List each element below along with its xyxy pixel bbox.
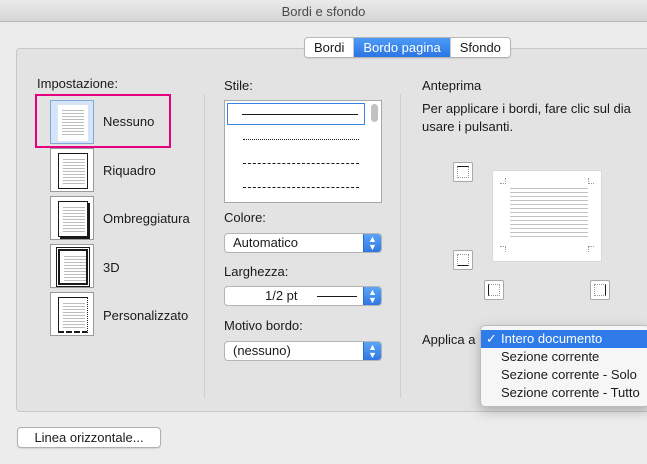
tab-bordi[interactable]: Bordi (305, 38, 355, 57)
preview-instructions-1: Per applicare i bordi, fare clic sul dia (422, 101, 631, 116)
option-custom-label: Personalizzato (103, 308, 189, 323)
style-option-solid[interactable] (227, 103, 365, 125)
horizontal-line-button[interactable]: Linea orizzontale... (17, 427, 161, 448)
style-option-dashed[interactable] (229, 153, 365, 175)
option-box-label: Riquadro (103, 163, 156, 178)
preview-text-lines (510, 188, 588, 240)
setting-label: Impostazione: (37, 76, 118, 91)
option-custom-button[interactable] (50, 292, 94, 336)
page-3d-border-icon (56, 247, 90, 287)
width-line-sample (317, 296, 357, 297)
style-option-dotted[interactable] (229, 129, 365, 151)
selection-highlight (35, 94, 171, 148)
menu-item-sezione-corrente-solo[interactable]: Sezione corrente - Solo (481, 366, 647, 384)
width-value: 1/2 pt (265, 288, 298, 303)
preview-corner-mark (500, 246, 506, 252)
preview-corner-mark (588, 178, 594, 184)
apply-to-label: Applica a (422, 332, 476, 347)
width-label: Larghezza: (224, 264, 289, 279)
page-box-border-icon (58, 153, 88, 189)
chevron-updown-icon: ▲ ▼ (363, 234, 381, 252)
tab-bordo-pagina[interactable]: Bordo pagina (354, 38, 451, 57)
preview-corner-mark (500, 178, 506, 184)
menu-item-sezione-corrente[interactable]: Sezione corrente (481, 348, 647, 366)
bottom-border-button[interactable] (453, 250, 473, 270)
style-list[interactable] (224, 100, 382, 203)
style-label: Stile: (224, 78, 253, 93)
menu-item-sezione-corrente-tutto[interactable]: Sezione corrente - Tutto (481, 384, 647, 402)
window-title: Bordi e sfondo (281, 4, 366, 19)
preview-label: Anteprima (422, 78, 482, 93)
style-list-scrollbar[interactable] (371, 104, 378, 122)
option-box-button[interactable] (50, 148, 94, 192)
style-option-long-dashed[interactable] (229, 177, 365, 199)
color-popup[interactable]: Automatico ▲ ▼ (224, 233, 382, 253)
color-label: Colore: (224, 210, 266, 225)
chevron-updown-icon: ▲ ▼ (363, 342, 381, 360)
preview-instructions-2: usare i pulsanti. (422, 119, 514, 134)
tab-sfondo[interactable]: Sfondo (450, 38, 510, 57)
menu-item-intero-documento[interactable]: ✓ Intero documento (481, 330, 647, 348)
art-popup[interactable]: (nessuno) ▲ ▼ (224, 341, 382, 361)
art-value: (nessuno) (233, 343, 291, 358)
width-popup[interactable]: 1/2 pt ▲ ▼ (224, 286, 382, 306)
checkmark-icon: ✓ (486, 331, 497, 346)
option-shadow-label: Ombreggiatura (103, 211, 190, 226)
divider (204, 94, 205, 398)
art-label: Motivo bordo: (224, 318, 303, 333)
preview-corner-mark (588, 246, 594, 252)
page-shadow-border-icon (58, 201, 88, 237)
apply-to-menu[interactable]: ✓ Intero documento Sezione corrente Sezi… (480, 325, 647, 407)
left-border-button[interactable] (484, 280, 504, 300)
option-3d-label: 3D (103, 260, 120, 275)
right-border-button[interactable] (590, 280, 610, 300)
divider (400, 94, 401, 398)
page-custom-border-icon (58, 297, 88, 333)
top-border-button[interactable] (453, 162, 473, 182)
option-shadow-button[interactable] (50, 196, 94, 240)
tab-bar: Bordi Bordo pagina Sfondo (304, 37, 511, 58)
color-value: Automatico (233, 235, 299, 250)
chevron-updown-icon: ▲ ▼ (363, 287, 381, 305)
option-3d-button[interactable] (50, 244, 94, 288)
